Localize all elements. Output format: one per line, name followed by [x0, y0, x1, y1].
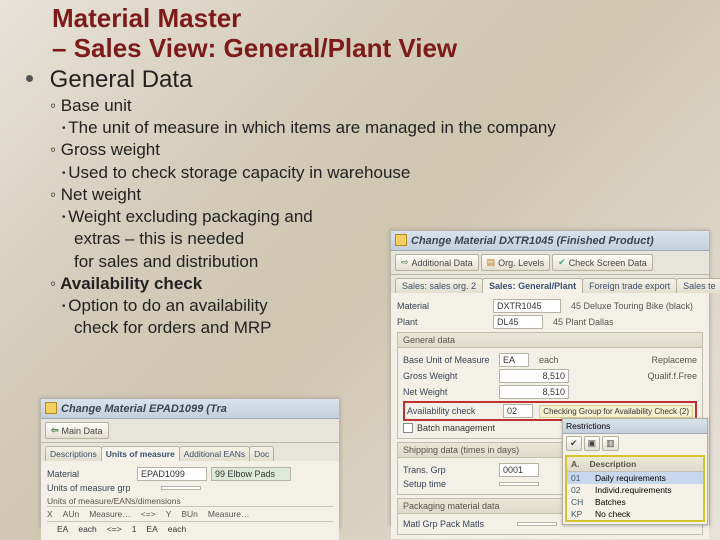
uom-section-label: Units of measure/EANs/dimensions: [47, 496, 333, 507]
setup-time-label: Setup time: [403, 479, 495, 489]
sap-right-tabs: Sales: sales org. 2 Sales: General/Plant…: [391, 275, 709, 293]
tab-sales-org2[interactable]: Sales: sales org. 2: [395, 278, 483, 293]
uom-table-row: EAeach<=>1EAeach: [47, 524, 333, 536]
slide-title-line2: – Sales View: General/Plant View: [52, 33, 457, 63]
material-input[interactable]: DXTR1045: [493, 299, 561, 313]
popup-tool-filter[interactable]: ▣: [584, 436, 601, 451]
trans-grp-label: Trans. Grp: [403, 465, 495, 475]
item-gross-weight: Gross weight: [48, 139, 720, 160]
plant-desc: 45 Plant Dallas: [553, 317, 614, 327]
item-gross-weight-sub: Used to check storage capacity in wareho…: [48, 162, 720, 183]
additional-data-button[interactable]: ⇨Additional Data: [395, 254, 479, 271]
check-screen-button[interactable]: ✔Check Screen Data: [552, 254, 653, 271]
tab-units-of-measure[interactable]: Units of measure: [101, 446, 180, 461]
sap-left-title: Change Material EPAD1099 (Tra: [61, 403, 227, 415]
matlgrp-input[interactable]: [517, 522, 557, 526]
batch-checkbox[interactable]: [403, 423, 413, 433]
availability-popup: Restrictions ✔ ▣ ▥ A.Description 01Daily…: [562, 418, 708, 525]
tab-doc[interactable]: Doc: [249, 446, 274, 461]
bullet-icon: [26, 75, 33, 82]
replace-label: Replaceme: [651, 355, 697, 365]
tab-additional-eans[interactable]: Additional EANs: [179, 446, 250, 461]
sap-left-window: Change Material EPAD1099 (Tra ⇦Main Data…: [40, 398, 340, 528]
item-base-unit-sub: The unit of measure in which items are m…: [48, 117, 720, 138]
tab-sales-general-plant[interactable]: Sales: General/Plant: [482, 278, 583, 293]
gross-weight-label: Gross Weight: [403, 371, 495, 381]
arrow-right-icon: ⇨: [401, 257, 409, 268]
material-desc: 99 Elbow Pads: [211, 467, 291, 481]
cube-icon: [395, 234, 407, 246]
material-input[interactable]: EPAD1099: [137, 467, 207, 481]
main-data-button[interactable]: ⇦Main Data: [45, 422, 109, 439]
org-levels-label: Org. Levels: [498, 258, 544, 268]
layers-icon: ▤: [487, 257, 496, 268]
net-weight-label: Net Weight: [403, 387, 495, 397]
material-label: Material: [397, 301, 489, 311]
plant-label: Plant: [397, 317, 489, 327]
availability-check-input[interactable]: 02: [503, 404, 533, 418]
check-screen-label: Check Screen Data: [569, 258, 647, 268]
restrictions-label: Restrictions: [563, 419, 707, 434]
section-heading: General Data: [50, 66, 193, 93]
net-weight-input[interactable]: 8,510: [499, 385, 569, 399]
check-icon: ✔: [558, 257, 566, 268]
tab-descriptions[interactable]: Descriptions: [45, 446, 102, 461]
buom-desc: each: [539, 355, 559, 365]
plant-input[interactable]: DL45: [493, 315, 543, 329]
popup-row[interactable]: 01Daily requirements: [567, 472, 703, 484]
uom-table-head: XAUnMeasure…<=>YBUnMeasure…: [47, 509, 333, 522]
item-base-unit: Base unit: [48, 95, 720, 116]
batch-label: Batch management: [417, 423, 495, 433]
popup-tool-sort[interactable]: ▥: [602, 436, 619, 451]
additional-data-label: Additional Data: [412, 258, 473, 268]
sap-left-tabs: Descriptions Units of measure Additional…: [41, 443, 339, 461]
arrow-icon: ⇦: [51, 425, 59, 436]
org-levels-button[interactable]: ▤Org. Levels: [481, 254, 551, 271]
availability-check-label: Availability check: [407, 406, 499, 416]
material-label: Material: [47, 469, 133, 479]
sap-right-title: Change Material DXTR1045 (Finished Produ…: [411, 235, 654, 247]
trans-grp-input[interactable]: 0001: [499, 463, 539, 477]
tab-foreign-trade[interactable]: Foreign trade export: [582, 278, 677, 293]
popup-row[interactable]: 02Individ.requirements: [567, 484, 703, 496]
material-desc: 45 Deluxe Touring Bike (black): [571, 301, 693, 311]
uom-grp-label: Units of measure grp: [47, 483, 157, 493]
availability-hint: Checking Group for Availability Check (2…: [539, 405, 693, 418]
uom-grp-input[interactable]: [161, 486, 201, 490]
tab-sales-te[interactable]: Sales te: [676, 278, 720, 293]
matlgrp-label: Matl Grp Pack Matls: [403, 519, 513, 529]
buom-input[interactable]: EA: [499, 353, 529, 367]
buom-label: Base Unit of Measure: [403, 355, 495, 365]
cube-icon: [45, 402, 57, 414]
popup-header: A.Description: [567, 457, 703, 472]
general-data-group: General data: [398, 333, 702, 348]
item-net-weight-sub1: Weight excluding packaging and: [48, 206, 720, 227]
item-net-weight: Net weight: [48, 184, 720, 205]
gross-weight-input[interactable]: 8,510: [499, 369, 569, 383]
setup-time-input[interactable]: [499, 482, 539, 486]
popup-row[interactable]: CHBatches: [567, 496, 703, 508]
qualif-label: Qualif.f.Free: [647, 371, 697, 381]
popup-tool-check[interactable]: ✔: [566, 436, 582, 451]
popup-row[interactable]: KPNo check: [567, 508, 703, 520]
slide-title-line1: Material Master: [52, 3, 241, 33]
main-data-label: Main Data: [62, 426, 103, 436]
